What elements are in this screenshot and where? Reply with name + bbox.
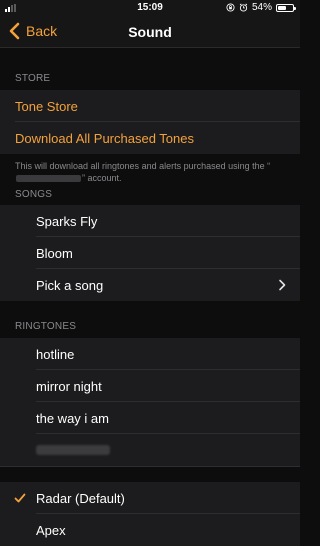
download-all-tones-button[interactable]: Download All Purchased Tones [0,122,300,154]
store-footer: This will download all ringtones and ale… [0,154,300,184]
song-label: Bloom [36,245,73,261]
navigation-bar: Back Sound [0,16,300,48]
chevron-right-icon [279,279,286,291]
redacted-account [16,175,81,183]
store-footer-text-end: ” account. [82,173,122,183]
page-title: Sound [128,24,172,40]
ringtone-label: mirror night [36,378,102,394]
ringtone-item-redacted[interactable] [0,434,300,466]
status-right: 54% [226,2,296,13]
battery-icon [276,3,296,12]
blurred-text [36,444,110,455]
status-bar: 15:09 54% [0,0,300,16]
lock-rotation-icon [226,3,235,12]
section-header-store: STORE [15,73,51,84]
settings-list: STORE Tone Store Download All Purchased … [0,48,300,546]
ringtone-label: Apex [36,522,66,538]
store-footer-text-start: This will download all ringtones and ale… [15,161,271,171]
checkmark-icon [14,493,26,503]
ringtone-label: the way i am [36,410,109,426]
section-header-ringtones: RINGTONES [15,321,77,332]
redacted-ringtone [0,443,110,458]
pick-a-song-label: Pick a song [36,277,104,293]
battery-fill [278,5,286,10]
ringtone-item[interactable]: mirror night [0,370,300,402]
ringtone-item-selected[interactable]: Radar (Default) [0,482,300,514]
battery-percent: 54% [251,2,272,13]
ringtone-item[interactable]: Apex [0,514,300,546]
tone-store-label: Tone Store [15,98,78,114]
song-item[interactable]: Bloom [0,237,300,269]
ringtone-label: hotline [36,346,75,362]
ringtone-item[interactable]: hotline [0,338,300,370]
pick-a-song-button[interactable]: Pick a song [0,269,300,301]
song-label: Sparks Fly [36,213,98,229]
alarm-icon [239,3,248,12]
section-header-songs: SONGS [15,189,53,200]
download-all-label: Download All Purchased Tones [15,130,194,146]
ringtone-item[interactable]: the way i am [0,402,300,434]
song-item[interactable]: Sparks Fly [0,205,300,237]
tone-store-button[interactable]: Tone Store [0,90,300,122]
